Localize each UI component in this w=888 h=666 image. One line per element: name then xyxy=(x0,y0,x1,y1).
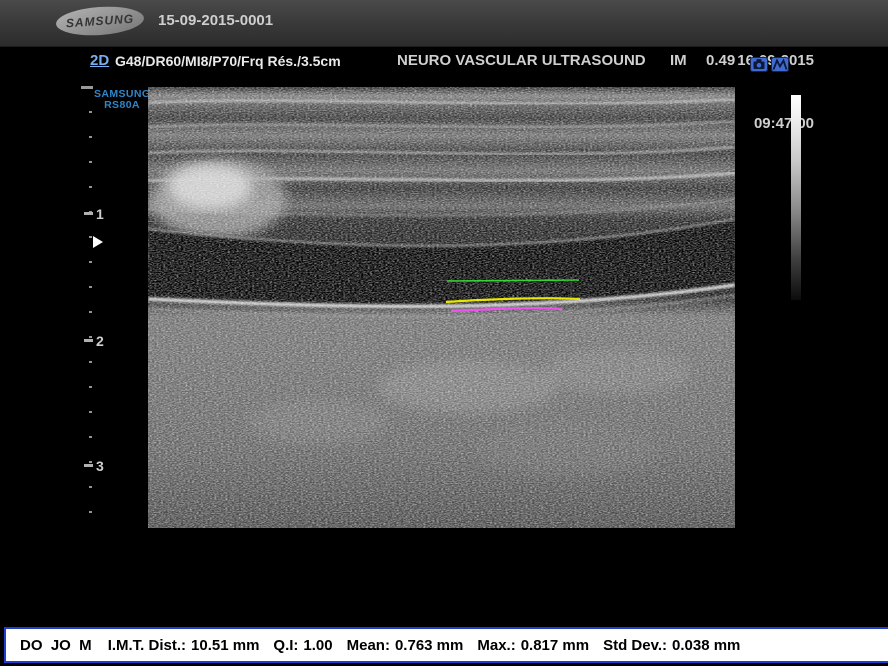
patient-initials: DO JO M xyxy=(20,637,92,654)
measurement-value: 1.00 xyxy=(303,637,332,654)
measurement-max: Max.: 0.817 mm xyxy=(477,637,589,654)
depth-label: 1 xyxy=(96,206,104,222)
device-model-label: SAMSUNG RS80A xyxy=(94,89,150,111)
ultrasound-image[interactable] xyxy=(148,87,735,528)
imt-trace-green xyxy=(447,280,579,281)
speckle-dark xyxy=(148,87,735,528)
grayscale-bar xyxy=(791,95,801,300)
measurement-imt-dist: I.M.T. Dist.: 10.51 mm xyxy=(108,637,260,654)
depth-ruler-zero-mark xyxy=(81,86,93,89)
measurement-label: Std Dev.: xyxy=(603,637,667,654)
imaging-parameters: G48/DR60/MI8/P70/Frq Rés./3.5cm xyxy=(115,53,341,69)
capture-icon[interactable] xyxy=(750,57,768,72)
samsung-logo: SAMSUNG xyxy=(55,4,145,38)
measurement-value: 10.51 mm xyxy=(191,637,259,654)
patient-id: 15-09-2015-0001 xyxy=(158,12,273,29)
depth-tick xyxy=(84,212,93,215)
measurement-value: 0.038 mm xyxy=(672,637,740,654)
depth-mark-1cm: 1 xyxy=(96,206,104,222)
header-bar: SAMSUNG 15-09-2015-0001 NEURO VASCULAR U… xyxy=(0,0,888,47)
measurement-results-bar: DO JO M I.M.T. Dist.: 10.51 mm Q.I: 1.00 M… xyxy=(4,627,888,663)
focus-marker-icon[interactable] xyxy=(93,236,103,248)
measurement-stddev: Std Dev.: 0.038 mm xyxy=(603,637,740,654)
depth-mark-2cm: 2 xyxy=(96,333,104,349)
measurement-label: Max.: xyxy=(477,637,515,654)
depth-tick xyxy=(84,464,93,467)
mi-value: 0.49 xyxy=(706,52,735,69)
measurement-label: I.M.T. Dist.: xyxy=(108,637,186,654)
measurement-qi: Q.I: 1.00 xyxy=(273,637,332,654)
mode-2d-button[interactable]: 2D xyxy=(90,52,109,69)
capture-icon-glyph xyxy=(750,57,768,72)
datetime: 16-09-2015 09:47:00 xyxy=(732,8,814,176)
measurement-label: Mean: xyxy=(347,637,390,654)
study-title: NEURO VASCULAR ULTRASOUND xyxy=(397,50,646,71)
mi-label: IM xyxy=(670,50,706,71)
depth-mark-3cm: 3 xyxy=(96,458,104,474)
measurement-label: Q.I: xyxy=(273,637,298,654)
histogram-icon-glyph xyxy=(771,57,789,72)
depth-label: 2 xyxy=(96,333,104,349)
ultrasound-screen: SAMSUNG 15-09-2015-0001 NEURO VASCULAR U… xyxy=(0,0,888,666)
measurement-value: 0.817 mm xyxy=(521,637,589,654)
depth-label: 3 xyxy=(96,458,104,474)
measurement-mean: Mean: 0.763 mm xyxy=(347,637,464,654)
depth-ruler-minor-ticks xyxy=(89,111,92,523)
exam-time: 09:47:00 xyxy=(732,113,814,134)
depth-tick xyxy=(84,339,93,342)
device-model: RS80A xyxy=(94,100,150,111)
histogram-icon[interactable] xyxy=(771,57,789,72)
measurement-value: 0.763 mm xyxy=(395,637,463,654)
